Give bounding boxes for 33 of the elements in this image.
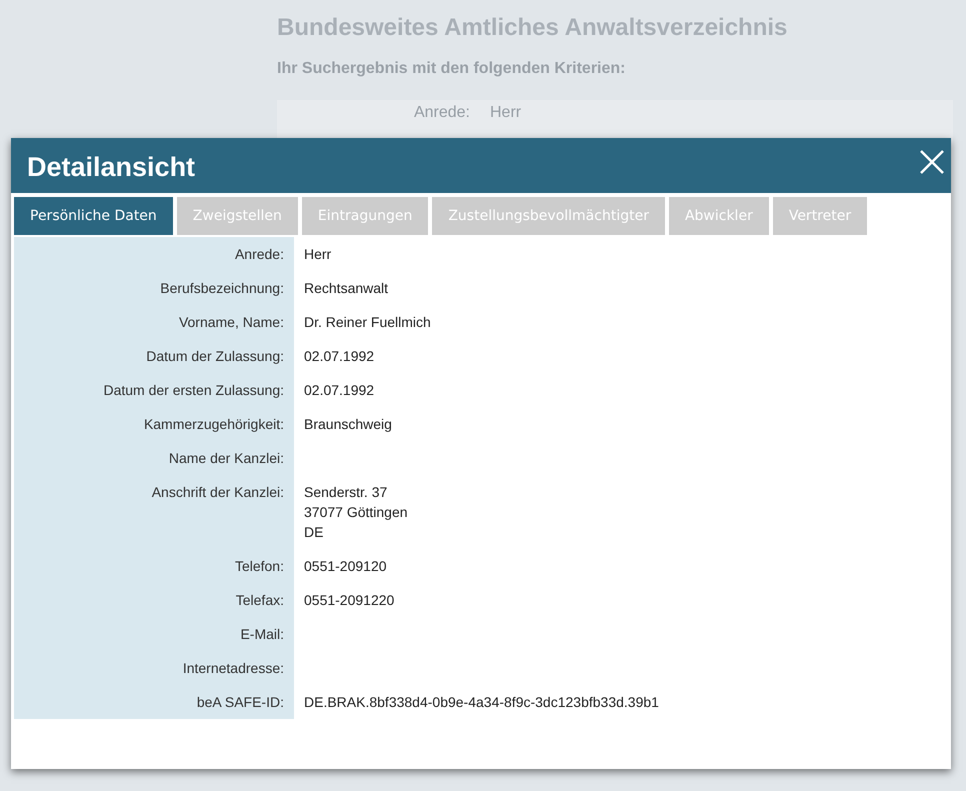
field-value: 37077 Göttingen	[304, 503, 408, 522]
field-label: Telefon:	[234, 558, 284, 574]
field-label: Anschrift der Kanzlei:	[152, 484, 284, 500]
close-icon	[919, 148, 945, 174]
field-label: beA SAFE-ID:	[196, 694, 284, 710]
criteria-label: Anrede:	[412, 104, 470, 122]
field-label: Datum der ersten Zulassung:	[103, 382, 284, 398]
field-label: Internetadresse:	[182, 660, 284, 676]
field-value: Herr	[304, 245, 332, 264]
field-value: 0551-2091220	[304, 591, 394, 610]
field-value: 02.07.1992	[304, 347, 374, 366]
field-value: 0551-209120	[304, 557, 387, 576]
criteria-value: Herr	[490, 104, 522, 122]
field-label: Datum der Zulassung:	[146, 348, 284, 364]
field-value: 02.07.1992	[304, 381, 374, 400]
field-label: Kammerzugehörigkeit:	[144, 416, 284, 432]
field-label: Anrede:	[234, 246, 284, 262]
page-title: Bundesweites Amtliches Anwaltsverzeichnis	[277, 14, 788, 42]
field-value: DE	[304, 523, 324, 542]
field-value: Dr. Reiner Fuellmich	[304, 313, 431, 332]
field-label: E-Mail:	[240, 626, 284, 642]
field-value: Braunschweig	[304, 415, 392, 434]
field-label: Vorname, Name:	[178, 314, 284, 330]
close-button[interactable]	[919, 148, 945, 174]
field-value: DE.BRAK.8bf338d4-0b9e-4a34-8f9c-3dc123bfb33d.39b1	[304, 693, 659, 712]
dialog-title: Detailansicht	[27, 152, 196, 183]
search-summary-heading: Ihr Suchergebnis mit den folgenden Kriterien:	[277, 60, 626, 78]
field-label: Berufsbezeichnung:	[160, 280, 284, 296]
field-label: Name der Kanzlei:	[168, 450, 284, 466]
tab[interactable]: Persönliche Daten	[14, 197, 173, 235]
field-label: Telefax:	[236, 592, 284, 608]
field-value: Rechtsanwalt	[304, 279, 388, 298]
field-value: Senderstr. 37	[304, 483, 388, 502]
